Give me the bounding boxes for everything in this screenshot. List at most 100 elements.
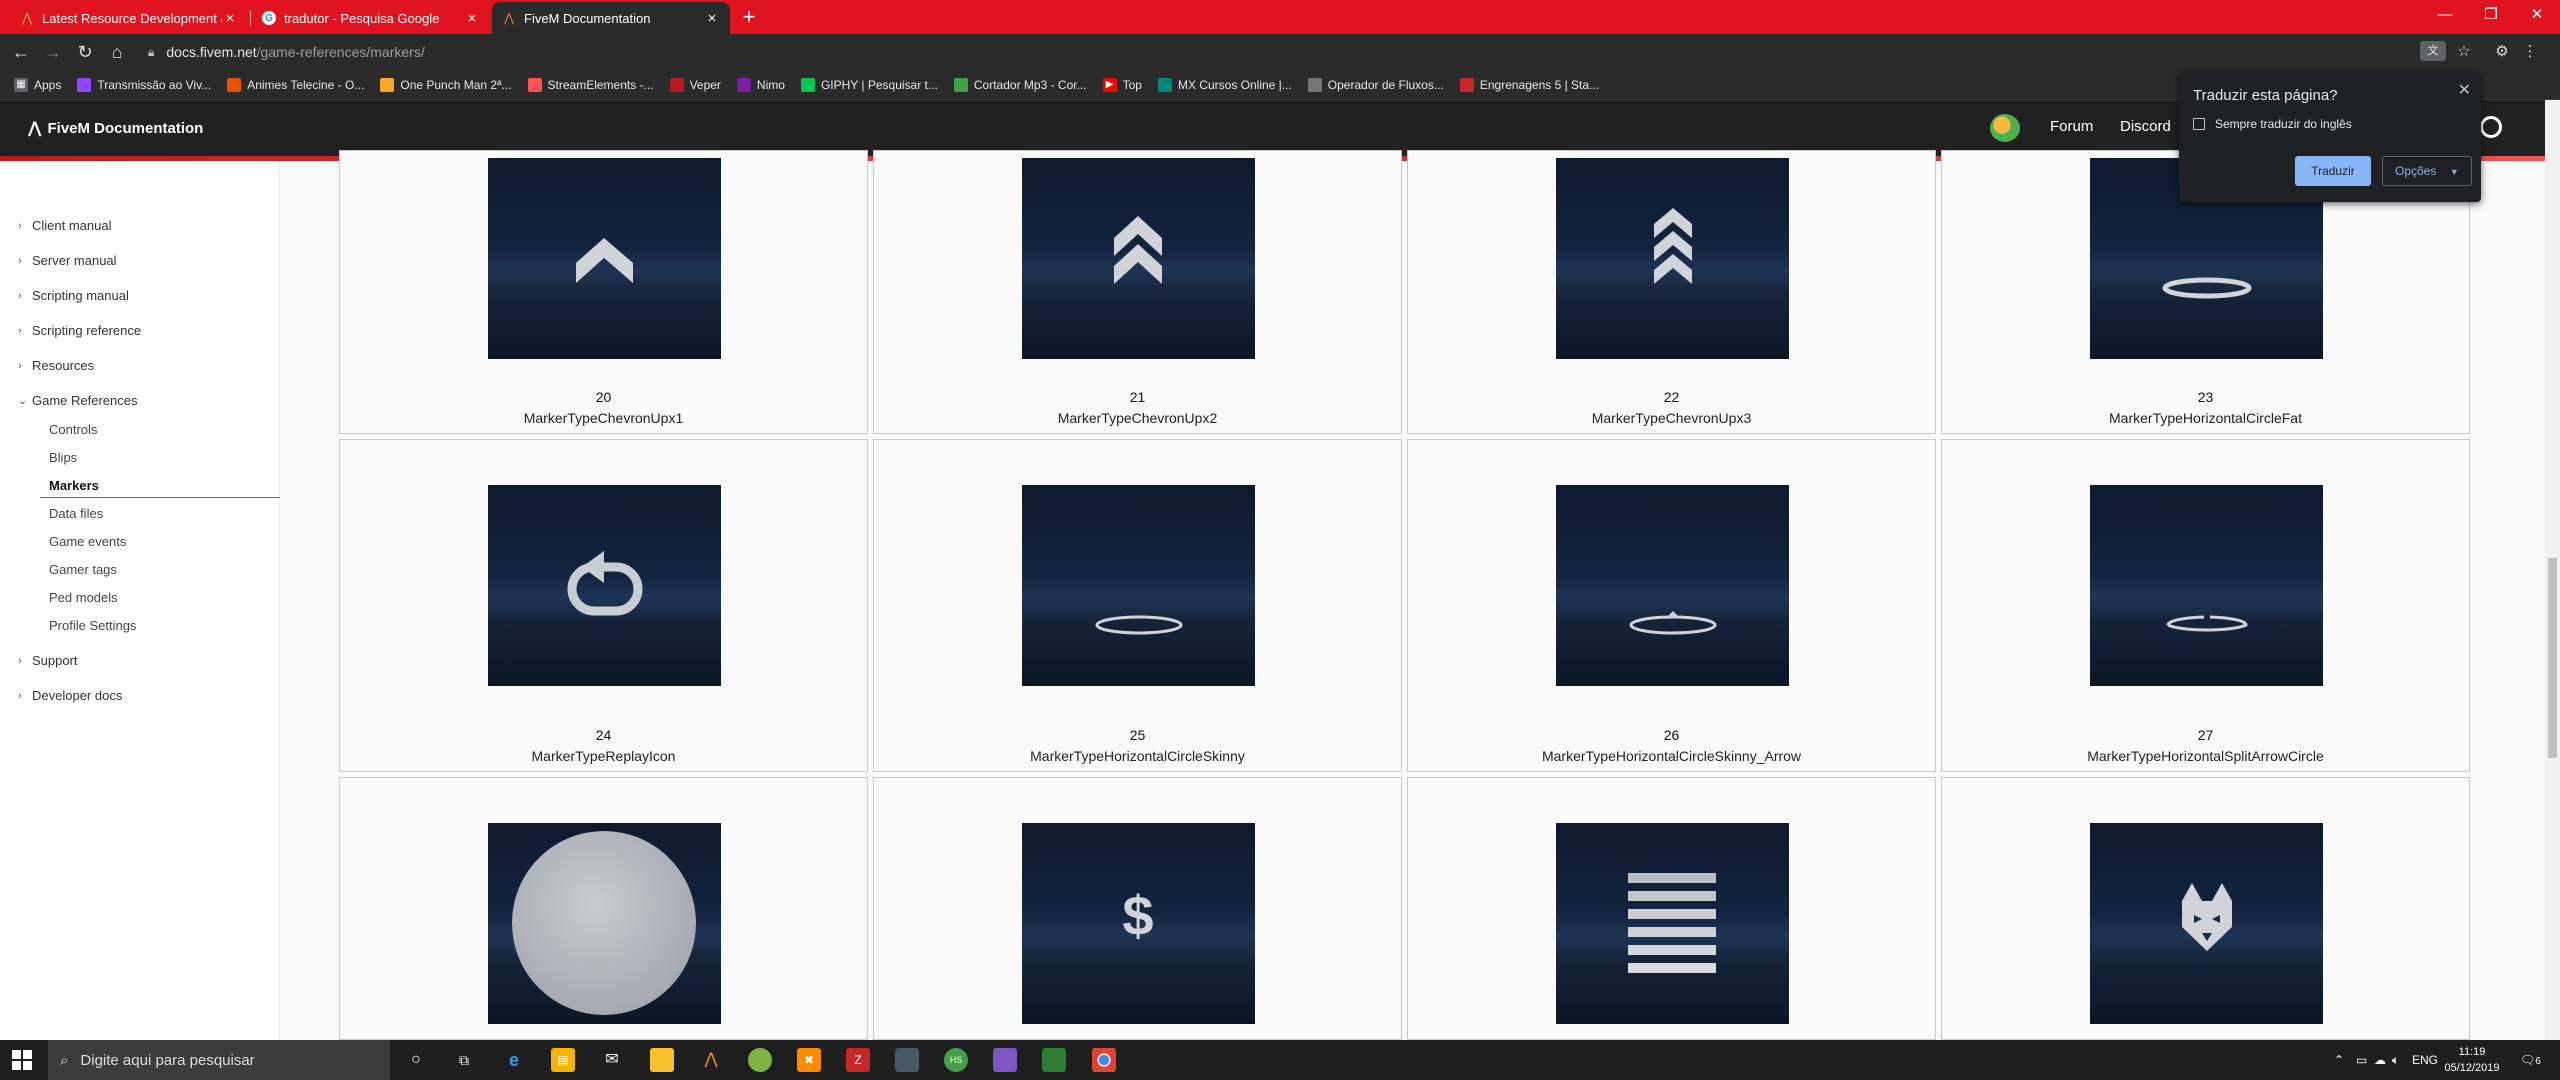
sidebar-sub-markers[interactable]: Markers [49, 478, 99, 493]
apps-grid-icon: ▦ [14, 77, 28, 92]
bookmark-item[interactable]: GIPHY | Pesquisar t... [800, 77, 938, 92]
fivem-taskbar-icon[interactable]: ⋀ [699, 1048, 723, 1072]
bookmark-item[interactable]: MX Cursos Online |... [1157, 77, 1292, 92]
taskbar-clock[interactable]: 11:19 05/12/2019 [2432, 1044, 2512, 1076]
sidebar-item-developer-docs[interactable]: › Developer docs [18, 688, 122, 703]
sidebar-sub-data-files[interactable]: Data files [49, 506, 103, 521]
site-brand[interactable]: ⋀ FiveM Documentation [28, 118, 203, 138]
network-app-icon[interactable] [895, 1048, 919, 1072]
reload-icon[interactable]: ↻ [72, 40, 98, 64]
sphere-icon [512, 831, 696, 1015]
marker-preview [1022, 158, 1255, 359]
close-icon[interactable]: ✕ [2458, 80, 2471, 100]
sidebar-item-server-manual[interactable]: › Server manual [18, 253, 117, 268]
patreon-icon[interactable] [2480, 116, 2502, 138]
nav-forum-link[interactable]: Forum [2050, 118, 2093, 135]
sidebar-item-support[interactable]: › Support [18, 653, 78, 668]
always-translate-checkbox[interactable] [2193, 118, 2205, 130]
explorer-folder-icon[interactable] [650, 1048, 674, 1072]
operador-icon [1307, 77, 1322, 92]
dollar-icon: $ [1122, 884, 1153, 947]
cloud-icon[interactable]: ☁ [2374, 1053, 2386, 1067]
always-translate-label[interactable]: Sempre traduzir do inglês [2215, 117, 2352, 131]
tab-latest-resource[interactable]: ⋀ Latest Resource Development & × [10, 2, 248, 34]
sidebar-sub-controls[interactable]: Controls [49, 422, 97, 437]
fivem-icon: ⋀ [22, 11, 32, 25]
tab-tradutor[interactable]: G tradutor - Pesquisa Google × [252, 2, 490, 34]
hs-app-icon[interactable]: HS [944, 1048, 968, 1072]
forward-arrow-icon[interactable]: → [40, 40, 66, 64]
volume-icon[interactable]: 🔈︎ [2392, 1053, 2399, 1068]
xampp-icon[interactable]: ✖ [797, 1048, 821, 1072]
sidebar-sub-game-events[interactable]: Game events [49, 534, 126, 549]
bookmark-item[interactable]: Operador de Fluxos... [1307, 77, 1444, 92]
close-icon[interactable]: × [464, 10, 480, 27]
sidebar-item-scripting-manual[interactable]: › Scripting manual [18, 288, 129, 303]
ring-arrow-icon [1629, 611, 1717, 635]
bookmark-item[interactable]: Transmissão ao Viv... [77, 77, 211, 92]
marker-preview [2090, 823, 2323, 1024]
chevron-right-icon: › [18, 689, 22, 702]
edge-icon[interactable]: e [502, 1048, 526, 1072]
marker-name: MarkerTypeHorizontalCircleFat [2109, 410, 2302, 426]
chevron-up-icon[interactable]: ⌃ [2334, 1053, 2344, 1067]
app-taskbar-icon[interactable] [748, 1048, 772, 1072]
menu-dots-icon[interactable]: ⋮ [2518, 40, 2542, 64]
tab-fivem-documentation[interactable]: ⋀ FiveM Documentation × [492, 2, 730, 34]
new-tab-button[interactable]: + [736, 4, 762, 30]
twitch-icon [77, 77, 92, 92]
marker-id: 25 [1129, 727, 1146, 743]
chevron-up-double-icon [1114, 216, 1162, 284]
close-icon[interactable]: × [704, 10, 720, 27]
home-icon[interactable]: ⌂ [104, 40, 130, 64]
bookmark-item[interactable]: Nimo [736, 77, 785, 92]
taskbar-search-input[interactable]: ⌕ Digite aqui para pesquisar [48, 1040, 390, 1080]
bookmark-item[interactable]: Engrenagens 5 | Sta... [1459, 77, 1599, 92]
store-icon[interactable]: ▤ [551, 1048, 575, 1072]
media-app-icon[interactable] [993, 1048, 1017, 1072]
chevron-right-icon: › [18, 289, 22, 302]
sidebar-sub-ped-models[interactable]: Ped models [49, 590, 118, 605]
star-icon[interactable]: ☆ [2452, 40, 2476, 64]
chrome-icon[interactable] [1092, 1048, 1116, 1072]
scrollbar-thumb[interactable] [2548, 558, 2557, 758]
bookmark-item[interactable]: StreamElements -... [527, 77, 654, 92]
chevron-right-icon: › [18, 324, 22, 337]
close-icon[interactable]: × [222, 10, 238, 27]
sidebar-sub-gamer-tags[interactable]: Gamer tags [49, 562, 117, 577]
cortana-icon[interactable]: ○ [404, 1048, 428, 1072]
extension-icon[interactable]: ⚙ [2490, 40, 2514, 64]
address-bar[interactable]: 🔒︎ docs.fivem.net/game-references/marker… [140, 39, 2410, 65]
sidebar-item-resources[interactable]: › Resources [18, 358, 94, 373]
sidebar-item-game-references[interactable]: ⌄ Game References [18, 393, 138, 408]
bookmark-item[interactable]: Cortador Mp3 - Cor... [953, 77, 1087, 92]
restore-icon[interactable]: ❐ [2468, 0, 2514, 30]
filezilla-icon[interactable]: Z [846, 1048, 870, 1072]
sidebar-item-client-manual[interactable]: › Client manual [18, 218, 112, 233]
marker-name: MarkerTypeHorizontalSplitArrowCircle [2087, 748, 2324, 764]
translate-icon[interactable]: 文 [2420, 41, 2446, 61]
sidebar-item-scripting-reference[interactable]: › Scripting reference [18, 323, 141, 338]
caret-down-icon: ▼ [2449, 167, 2459, 177]
lock-icon: 🔒︎ [148, 44, 155, 59]
back-arrow-icon[interactable]: ← [8, 40, 34, 64]
sidebar-sub-blips[interactable]: Blips [49, 450, 77, 465]
network-icon[interactable]: ▭ [2356, 1053, 2367, 1067]
mail-icon[interactable]: ✉ [600, 1048, 624, 1072]
minimize-icon[interactable]: — [2422, 0, 2468, 30]
sidebar-sub-profile-settings[interactable]: Profile Settings [49, 618, 136, 633]
stripes-icon [1628, 873, 1716, 973]
close-window-icon[interactable]: ✕ [2514, 0, 2560, 30]
nav-discord-link[interactable]: Discord [2120, 118, 2171, 135]
bookmark-item[interactable]: Animes Telecine - O... [227, 77, 364, 92]
windows-start-icon[interactable] [12, 1050, 32, 1070]
translate-button[interactable]: Traduzir [2295, 156, 2371, 186]
bookmark-item[interactable]: Veper [669, 77, 721, 92]
notepad-app-icon[interactable] [1042, 1048, 1066, 1072]
bookmark-apps[interactable]: ▦ Apps [14, 77, 61, 92]
notification-center-icon[interactable]: 🗨︎6 [2520, 1053, 2541, 1067]
task-view-icon[interactable]: ⧉ [452, 1048, 476, 1072]
options-button[interactable]: Opções ▼ [2382, 156, 2472, 186]
bookmark-item[interactable]: One Punch Man 2ª... [380, 77, 512, 92]
bookmark-item[interactable]: ▶ Top [1102, 77, 1142, 92]
